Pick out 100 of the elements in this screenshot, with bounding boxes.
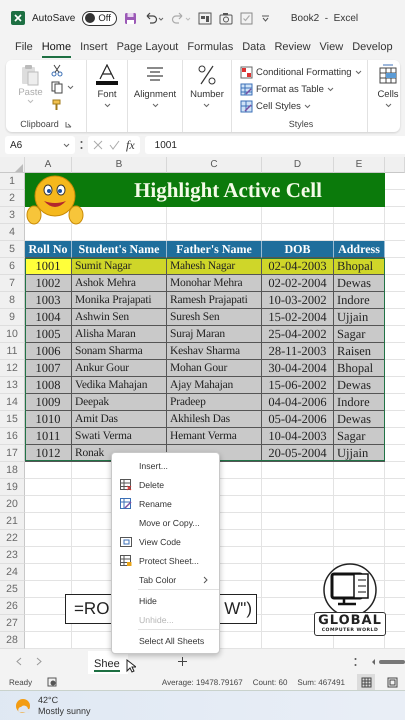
row-header[interactable]: 25 [0,581,25,598]
caret-icon[interactable] [203,103,210,108]
row-header[interactable]: 12 [0,360,25,377]
row-header[interactable]: 13 [0,377,25,394]
more-options-icon[interactable] [354,656,357,666]
table-cell: 10-03-2002 [262,292,334,309]
row-header[interactable]: 20 [0,496,25,513]
dialog-launcher-icon[interactable] [64,120,72,128]
menu-item[interactable]: Rename [112,494,219,513]
row-header[interactable]: 2 [0,190,25,207]
status-count: Count: 60 [252,678,288,686]
row-header[interactable]: 9 [0,309,25,326]
row-header[interactable]: 6 [0,258,25,275]
caret-icon[interactable] [304,104,311,109]
save-icon[interactable] [124,12,137,24]
row-header[interactable]: 17 [0,445,25,462]
menu-item[interactable]: Tab Color [112,570,219,589]
table-cell: Indore [334,394,385,411]
styles-menu-button[interactable]: Format as Table [240,81,334,98]
row-header[interactable]: 1 [0,173,25,190]
menu-item[interactable]: Hide [112,591,219,610]
menu-item[interactable]: Move or Copy... [112,513,219,532]
autosave-toggle[interactable]: Off [82,10,117,26]
next-sheet-icon[interactable] [36,657,42,666]
menu-tab[interactable]: Insert [80,38,108,58]
font-button[interactable]: Font [94,64,120,129]
column-header[interactable]: D [262,157,334,173]
table-cell: 1007 [25,360,72,377]
row-header[interactable]: 27 [0,615,25,632]
column-header[interactable]: B [72,157,167,173]
styles-menu-button[interactable]: Conditional Formatting [240,64,362,81]
menu-item[interactable]: Select All Sheets [112,631,219,650]
number-button[interactable]: Number [190,64,224,129]
row-header[interactable]: 11 [0,343,25,360]
formula-input[interactable]: 1001 [144,136,405,154]
checkbox-icon[interactable] [240,12,254,24]
macro-record-icon[interactable] [47,677,58,687]
menu-tab[interactable]: Formulas [187,38,234,58]
alignment-button[interactable]: Alignment [134,64,176,129]
add-sheet-icon[interactable] [178,657,187,666]
menu-tab[interactable]: Home [42,38,72,58]
table-cell: 20-05-2004 [262,445,334,462]
menu-tab[interactable]: Review [274,38,311,58]
normal-view-button[interactable] [357,674,375,690]
row-header[interactable]: 23 [0,547,25,564]
row-header[interactable]: 16 [0,428,25,445]
table-cell: 1005 [25,326,72,343]
caret-icon[interactable] [384,103,392,108]
sheet-tab[interactable]: Shee [88,651,128,674]
column-header[interactable]: A [25,157,72,173]
styles-menu-button[interactable]: Cell Styles [240,98,311,115]
caret-icon[interactable] [63,142,70,148]
row-header[interactable]: 19 [0,479,25,496]
table-cell: Dewas [334,377,385,394]
table-header-cell: Father's Name [167,241,262,258]
customize-caret-icon[interactable] [260,14,270,22]
menu-tab[interactable]: Page Layout [116,38,178,58]
caret-icon[interactable] [152,103,158,108]
row-header[interactable]: 26 [0,598,25,615]
menu-tab[interactable]: View [320,38,344,58]
menu-item[interactable]: Protect Sheet... [112,551,219,570]
undo-icon[interactable] [144,12,164,24]
column-header[interactable]: E [334,157,385,173]
menu-tab[interactable]: Develop [352,38,393,58]
caret-icon[interactable] [354,70,362,75]
menu-tab[interactable]: Data [242,38,266,58]
row-header[interactable]: 3 [0,207,25,224]
row-header[interactable]: 7 [0,275,25,292]
table-cell: Mohan Gour [167,360,262,377]
row-header[interactable]: 10 [0,326,25,343]
row-header[interactable]: 18 [0,462,25,479]
insert-function-button[interactable]: fx [126,138,135,152]
previous-sheet-icon[interactable] [16,657,22,666]
mouse-pointer-icon [126,659,136,673]
row-header[interactable]: 5 [0,241,25,258]
row-header[interactable]: 21 [0,513,25,530]
format-painter-icon[interactable] [50,98,63,111]
more-options-icon[interactable] [80,140,83,150]
table-cell: Ujjain [334,309,385,326]
menu-item[interactable]: Delete [112,475,219,494]
caret-icon[interactable] [326,87,334,92]
copy-caret-icon[interactable] [66,85,74,90]
row-header[interactable]: 14 [0,394,25,411]
name-box[interactable]: A6 [5,136,75,154]
horizontal-scrollbar-icon[interactable] [371,658,405,666]
caret-icon[interactable] [104,103,110,108]
row-header[interactable]: 28 [0,632,25,649]
copy-icon[interactable] [50,81,63,94]
column-header[interactable]: C [167,157,262,173]
row-header[interactable]: 22 [0,530,25,547]
row-header[interactable]: 24 [0,564,25,581]
cut-icon[interactable] [50,64,63,77]
row-header[interactable]: 4 [0,224,25,241]
cells-button[interactable]: Cells [377,64,399,129]
row-header[interactable]: 15 [0,411,25,428]
menu-tab[interactable]: File [15,38,33,58]
camera-icon[interactable] [218,12,233,24]
menu-item[interactable]: View Code [112,532,219,551]
form-icon[interactable] [198,12,212,24]
row-header[interactable]: 8 [0,292,25,309]
